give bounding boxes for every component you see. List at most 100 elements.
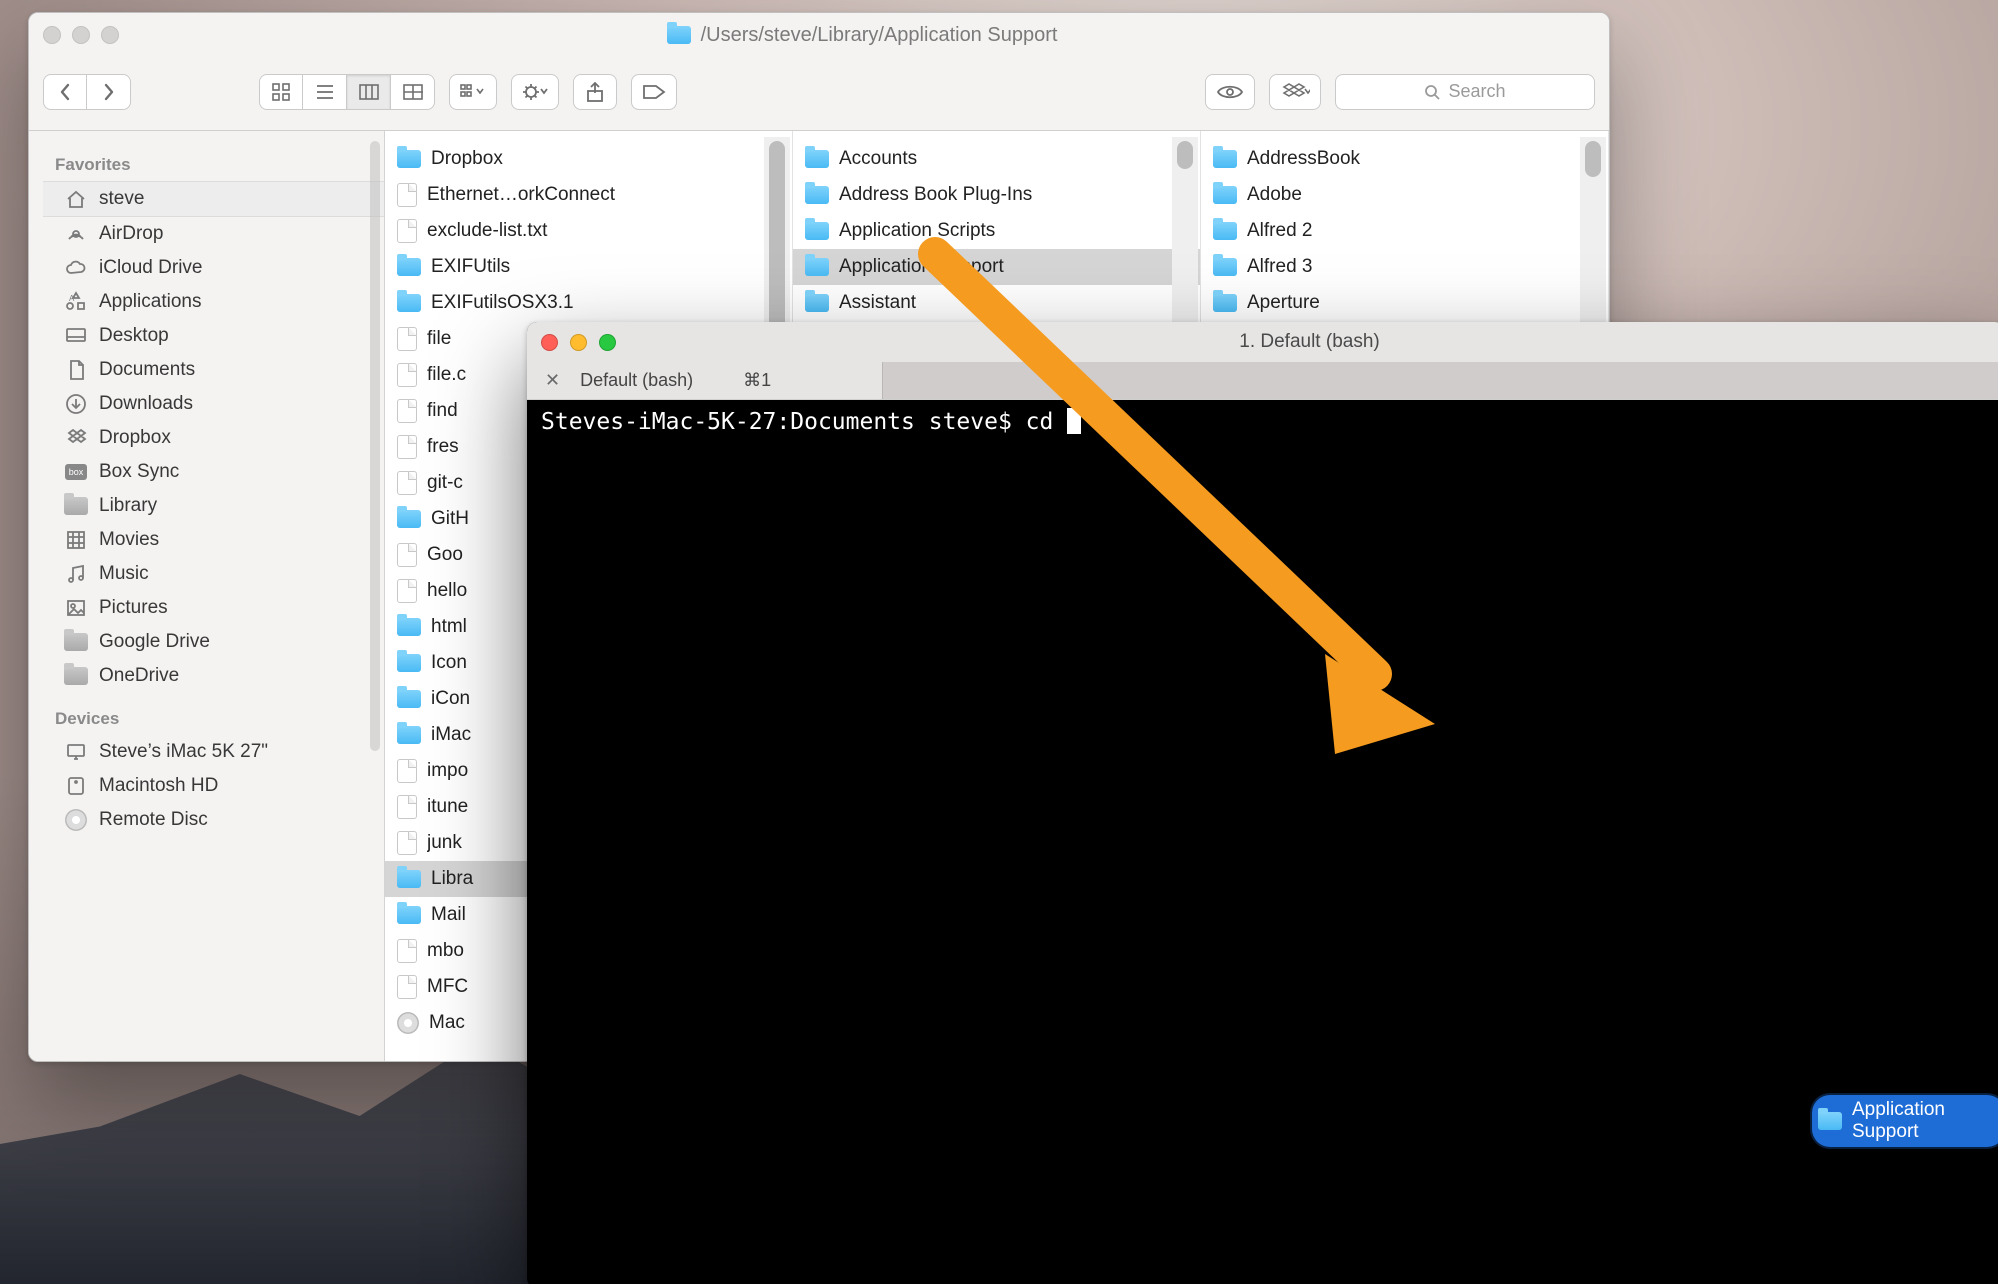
- column-item[interactable]: Adobe▶: [1201, 177, 1608, 213]
- search-input[interactable]: Search: [1335, 74, 1595, 110]
- back-button[interactable]: [43, 74, 87, 110]
- column-item-label: Adobe: [1247, 184, 1577, 206]
- column-item[interactable]: Aperture▶: [1201, 285, 1608, 321]
- folder-icon: [65, 665, 87, 687]
- file-icon: [397, 435, 417, 459]
- tags-button[interactable]: [631, 74, 677, 110]
- column-item[interactable]: exclude-list.txt: [385, 213, 792, 249]
- sidebar-item[interactable]: Macintosh HD: [43, 769, 384, 803]
- gallery-view-button[interactable]: [391, 74, 435, 110]
- sidebar-item[interactable]: Music: [43, 557, 384, 591]
- dropbox-toolbar-button[interactable]: [1269, 74, 1321, 110]
- cloud-icon: [65, 257, 87, 279]
- sidebar-item[interactable]: Pictures: [43, 591, 384, 625]
- movies-icon: [65, 529, 87, 551]
- column-item-label: EXIFUtils: [431, 256, 761, 278]
- finder-toolbar: Search: [29, 53, 1609, 130]
- sidebar-item[interactable]: iCloud Drive: [43, 251, 384, 285]
- column-item[interactable]: Alfred 3▶: [1201, 249, 1608, 285]
- share-button[interactable]: [573, 74, 617, 110]
- column-item[interactable]: Application Scripts▶: [793, 213, 1200, 249]
- zoom-window-button[interactable]: [101, 26, 119, 44]
- sidebar-scrollbar[interactable]: [370, 141, 380, 751]
- sidebar-item[interactable]: OneDrive: [43, 659, 384, 693]
- terminal-prompt-text: Steves-iMac-5K-27:Documents steve$ cd: [541, 409, 1067, 435]
- column-item[interactable]: Assistant▶: [793, 285, 1200, 321]
- terminal-tab[interactable]: ✕ Default (bash) ⌘1: [527, 370, 789, 391]
- column-item[interactable]: EXIFUtils▶: [385, 249, 792, 285]
- sidebar-item[interactable]: A Applications: [43, 285, 384, 319]
- sidebar-item[interactable]: Steve’s iMac 5K 27": [43, 735, 384, 769]
- terminal-window: 1. Default (bash) ✕ Default (bash) ⌘1 St…: [527, 322, 1998, 1284]
- file-icon: [397, 831, 417, 855]
- column-item-label: Alfred 2: [1247, 220, 1577, 242]
- folder-icon: [805, 186, 829, 204]
- airdrop-icon: [65, 223, 87, 245]
- sidebar-item-label: Documents: [99, 359, 195, 381]
- down-icon: [65, 393, 87, 415]
- arrange-button[interactable]: [449, 74, 497, 110]
- column-item[interactable]: Address Book Plug-Ins▶: [793, 177, 1200, 213]
- column-item-label: AddressBook: [1247, 148, 1577, 170]
- column-item[interactable]: Application Support▶: [793, 249, 1200, 285]
- sidebar-item[interactable]: AirDrop: [43, 217, 384, 251]
- file-icon: [397, 363, 417, 387]
- minimize-window-button[interactable]: [570, 334, 587, 351]
- sidebar-item-label: Remote Disc: [99, 809, 208, 831]
- quicklook-button[interactable]: [1205, 74, 1255, 110]
- box-icon: box: [65, 461, 87, 483]
- hd-icon: [65, 775, 87, 797]
- close-window-button[interactable]: [541, 334, 558, 351]
- sidebar-item-label: Downloads: [99, 393, 193, 415]
- file-icon: [397, 975, 417, 999]
- sidebar-item-label: Pictures: [99, 597, 168, 619]
- sidebar-item[interactable]: box Box Sync: [43, 455, 384, 489]
- close-tab-icon[interactable]: ✕: [545, 370, 560, 391]
- terminal-body[interactable]: Steves-iMac-5K-27:Documents steve$ cd Ap…: [527, 400, 1998, 1284]
- sidebar-item[interactable]: Documents: [43, 353, 384, 387]
- icon-view-button[interactable]: [259, 74, 303, 110]
- close-window-button[interactable]: [43, 26, 61, 44]
- folder-icon: [397, 294, 421, 312]
- sidebar-item-label: Dropbox: [99, 427, 171, 449]
- column-item[interactable]: EXIFutilsOSX3.1▶: [385, 285, 792, 321]
- column-item[interactable]: Accounts▶: [793, 141, 1200, 177]
- folder-icon: [667, 26, 691, 44]
- sidebar-item[interactable]: Google Drive: [43, 625, 384, 659]
- file-icon: [397, 183, 417, 207]
- zoom-window-button[interactable]: [599, 334, 616, 351]
- sidebar-item[interactable]: Library: [43, 489, 384, 523]
- drag-folder-badge[interactable]: Application Support: [1812, 1095, 1998, 1147]
- list-view-button[interactable]: [303, 74, 347, 110]
- minimize-window-button[interactable]: [72, 26, 90, 44]
- forward-button[interactable]: [87, 74, 131, 110]
- desktop-stage: /Users/steve/Library/Application Support: [0, 0, 1998, 1284]
- column-view-button[interactable]: [347, 74, 391, 110]
- action-button[interactable]: [511, 74, 559, 110]
- column-item[interactable]: Dropbox✓: [385, 141, 792, 177]
- dropbox-icon: [65, 427, 87, 449]
- sidebar-item[interactable]: Desktop: [43, 319, 384, 353]
- column-item[interactable]: Ethernet…orkConnect: [385, 177, 792, 213]
- column-item[interactable]: Alfred 2▶: [1201, 213, 1608, 249]
- tab-bar-overflow: [882, 362, 1998, 399]
- folder-icon: [65, 495, 87, 517]
- sidebar-item[interactable]: Movies: [43, 523, 384, 557]
- sidebar-item[interactable]: Dropbox: [43, 421, 384, 455]
- terminal-tab-shortcut: ⌘1: [743, 370, 771, 391]
- file-icon: [397, 939, 417, 963]
- disc-icon: [65, 809, 87, 831]
- desktop-icon: [65, 325, 87, 347]
- file-icon: [397, 399, 417, 423]
- svg-text:A: A: [69, 294, 75, 303]
- folder-icon: [805, 222, 829, 240]
- column-item[interactable]: AddressBook▶: [1201, 141, 1608, 177]
- file-icon: [397, 795, 417, 819]
- view-buttons: [259, 74, 435, 110]
- sidebar-item[interactable]: Remote Disc: [43, 803, 384, 837]
- apps-icon: A: [65, 291, 87, 313]
- sidebar-item[interactable]: steve: [43, 181, 384, 217]
- sidebar-item-label: Steve’s iMac 5K 27": [99, 741, 268, 763]
- sidebar-item[interactable]: Downloads: [43, 387, 384, 421]
- sidebar-item-label: Desktop: [99, 325, 169, 347]
